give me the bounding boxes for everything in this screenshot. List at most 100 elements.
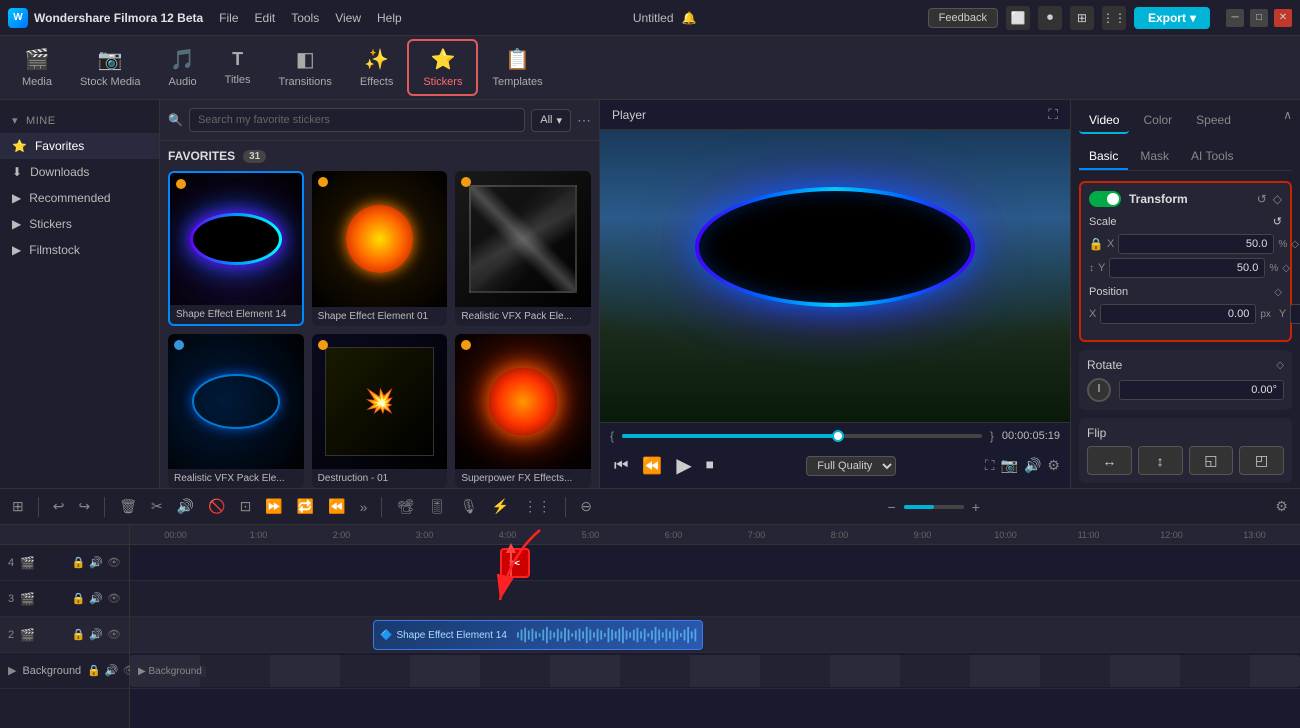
zoom-out-button[interactable]: − [884, 495, 900, 519]
menu-file[interactable]: File [219, 11, 238, 25]
toolbar-item-effects[interactable]: ✨ Effects [346, 41, 407, 94]
scale-link-icon[interactable]: ↕ [1089, 263, 1094, 274]
toolbar-item-media[interactable]: 🎬 Media [8, 41, 66, 94]
scale-reset-icon[interactable]: ↺ [1273, 215, 1282, 228]
export-button[interactable]: Export ▾ [1134, 7, 1210, 29]
win-minimize-button[interactable]: ─ [1226, 9, 1244, 27]
feedback-button[interactable]: Feedback [928, 8, 998, 28]
scale-x-keyframe[interactable]: ◇ [1291, 239, 1299, 250]
tab-color[interactable]: Color [1133, 108, 1182, 134]
position-x-input[interactable] [1100, 304, 1256, 324]
sub-tab-basic[interactable]: Basic [1079, 144, 1128, 170]
mine-section-header[interactable]: ▾ Mine [0, 108, 159, 133]
panel-tab-up-icon[interactable]: ∧ [1283, 108, 1292, 134]
track-2-lock-button[interactable]: 🔒 [72, 628, 86, 641]
tl-remove-speed-button[interactable]: ⊖ [576, 494, 596, 519]
tl-audio-fx-button[interactable]: 🎚 [424, 494, 450, 519]
filter-dropdown[interactable]: All ▾ [531, 109, 571, 132]
tl-speed-button[interactable]: ⏩ [261, 494, 286, 519]
tl-reverse-button[interactable]: ⏪ [324, 494, 349, 519]
tl-audio-detach-button[interactable]: 🔊 [173, 494, 198, 519]
sub-tab-mask[interactable]: Mask [1130, 144, 1179, 170]
position-keyframe[interactable]: ◇ [1274, 287, 1282, 298]
tl-split-button[interactable]: ⚡ [488, 494, 513, 519]
rotate-keyframe[interactable]: ◇ [1276, 360, 1284, 371]
tl-undo-button[interactable]: ↩ [49, 494, 69, 519]
minimize-icon[interactable]: ⬜ [1006, 6, 1030, 30]
tl-grid-button[interactable]: ⊞ [8, 494, 28, 519]
menu-bar[interactable]: File Edit Tools View Help [219, 11, 402, 25]
playhead[interactable] [510, 545, 512, 580]
play-button[interactable]: ▶ [672, 449, 695, 482]
sidebar-item-recommended[interactable]: ▶ Recommended [0, 185, 159, 211]
sidebar-item-downloads[interactable]: ⬇ Downloads [0, 159, 159, 185]
track-1-audio-button[interactable]: 🔊 [105, 664, 119, 677]
flip-vertical-button[interactable]: ↕ [1138, 446, 1183, 475]
flip-horizontal-button[interactable]: ↔ [1087, 446, 1132, 475]
tl-delete-button[interactable]: 🗑 [115, 494, 141, 519]
sidebar-item-stickers[interactable]: ▶ Stickers [0, 211, 159, 237]
toolbar-item-stock[interactable]: 📷 Stock Media [66, 41, 155, 94]
track-4-visible-button[interactable]: 👁 [107, 556, 121, 569]
sticker-card-4[interactable]: Realistic VFX Pack Ele... [168, 334, 304, 488]
tl-crop-button[interactable]: ⊡ [236, 494, 256, 519]
progress-handle[interactable] [832, 430, 844, 442]
track-3-visible-button[interactable]: 👁 [107, 592, 121, 605]
track-4-audio-button[interactable]: 🔊 [89, 556, 103, 569]
record-icon[interactable]: ⏺ [1038, 6, 1062, 30]
stop-button[interactable]: ⏹ [702, 453, 718, 479]
menu-help[interactable]: Help [377, 11, 402, 25]
flip-tl-button[interactable]: ◱ [1189, 446, 1234, 475]
tl-disable-button[interactable]: 🚫 [204, 494, 229, 519]
layout-icon[interactable]: ⊞ [1070, 6, 1094, 30]
player-expand-button[interactable]: ⛶ [1048, 106, 1058, 123]
track-1-lock-button[interactable]: 🔒 [87, 664, 101, 677]
toolbar-item-templates[interactable]: 📋 Templates [478, 41, 556, 94]
toolbar-item-audio[interactable]: 🎵 Audio [155, 41, 211, 94]
tl-loop-button[interactable]: 🔁 [293, 494, 318, 519]
progress-bar[interactable] [622, 434, 982, 438]
step-back-button[interactable]: ⏪ [638, 452, 666, 480]
more-options-button[interactable]: ⋯ [577, 112, 591, 129]
grid-icon[interactable]: ⋮⋮ [1102, 6, 1126, 30]
tl-add-track-button[interactable]: 📽 [392, 494, 418, 519]
tl-multiselect-button[interactable]: ⋮⋮ [519, 494, 555, 519]
rotate-input[interactable] [1119, 380, 1284, 400]
audio-button[interactable]: 🔊 [1024, 457, 1041, 474]
tl-cut-button[interactable]: ✂ [147, 494, 167, 519]
rotate-knob[interactable] [1087, 378, 1111, 402]
tab-video[interactable]: Video [1079, 108, 1129, 134]
menu-view[interactable]: View [335, 11, 361, 25]
track-4-lock-button[interactable]: 🔒 [72, 556, 86, 569]
settings-button[interactable]: ⚙ [1047, 457, 1060, 474]
sticker-card-5[interactable]: 💥 Destruction - 01 [312, 334, 448, 488]
sticker-card-1[interactable]: Shape Effect Element 14 [168, 171, 304, 326]
snapshot-button[interactable]: 📷 [1001, 457, 1018, 474]
skip-back-button[interactable]: ⏮ [610, 453, 632, 479]
menu-tools[interactable]: Tools [291, 11, 319, 25]
track-3-audio-button[interactable]: 🔊 [89, 592, 103, 605]
sticker-card-3[interactable]: Realistic VFX Pack Ele... [455, 171, 591, 326]
sidebar-item-filmstock[interactable]: ▶ Filmstock [0, 237, 159, 263]
track-3-lock-button[interactable]: 🔒 [72, 592, 86, 605]
sub-tab-ai-tools[interactable]: AI Tools [1181, 144, 1243, 170]
tl-mic-button[interactable]: 🎙 [456, 494, 482, 519]
tl-redo-button[interactable]: ↪ [74, 494, 94, 519]
stickers-search-input[interactable] [189, 108, 525, 132]
toolbar-item-titles[interactable]: T Titles [211, 43, 265, 92]
win-close-button[interactable]: ✕ [1274, 9, 1292, 27]
scale-lock-icon[interactable]: 🔒 [1089, 237, 1103, 251]
tl-settings-button[interactable]: ⚙ [1271, 494, 1292, 519]
sticker-card-6[interactable]: Superpower FX Effects... [455, 334, 591, 488]
scale-x-input[interactable] [1118, 234, 1274, 254]
tab-speed[interactable]: Speed [1186, 108, 1241, 134]
flip-tr-button[interactable]: ◰ [1239, 446, 1284, 475]
position-y-input[interactable] [1290, 304, 1300, 324]
sidebar-item-favorites[interactable]: ⭐ Favorites [0, 133, 159, 159]
transform-reset-icon[interactable]: ↺ [1257, 192, 1267, 206]
toolbar-item-transitions[interactable]: ◧ Transitions [265, 41, 346, 94]
quality-select[interactable]: Full Quality [806, 456, 896, 476]
scale-y-keyframe[interactable]: ◇ [1282, 263, 1290, 274]
zoom-slider[interactable] [904, 505, 964, 509]
zoom-in-button[interactable]: + [968, 495, 984, 519]
